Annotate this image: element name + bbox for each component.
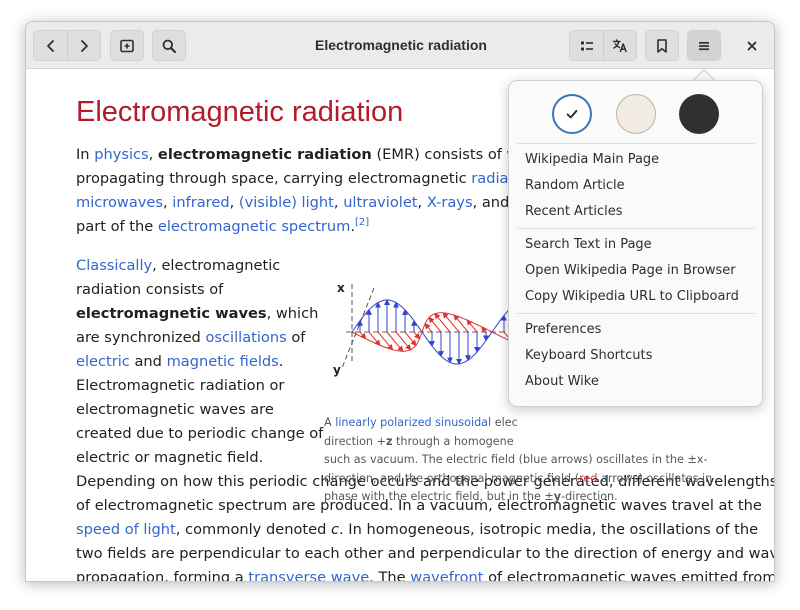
- link-magnetic-fields[interactable]: magnetic fields: [167, 353, 279, 370]
- reference-link[interactable]: [2]: [355, 217, 369, 228]
- search-icon: [162, 39, 176, 53]
- link-transverse-wave[interactable]: transverse wave: [248, 569, 369, 581]
- link-microwaves[interactable]: microwaves: [76, 194, 163, 211]
- view-group: [569, 30, 637, 61]
- chevron-left-icon: [46, 39, 54, 52]
- back-button[interactable]: [34, 31, 67, 60]
- new-tab-button[interactable]: [110, 30, 144, 61]
- link-infrared[interactable]: infrared: [172, 194, 229, 211]
- menu-item-open-in-browser[interactable]: Open Wikipedia Page in Browser: [525, 262, 736, 280]
- magnetic-field-arrow: [413, 331, 421, 340]
- magnetic-field-arrow: [434, 312, 451, 333]
- axis-y-label: y: [333, 363, 341, 377]
- magnetic-field-arrow: [404, 331, 417, 347]
- bookmark-icon: [657, 38, 667, 53]
- bookmark-button[interactable]: [645, 30, 679, 61]
- magnetic-field-arrow: [424, 322, 433, 333]
- menu-item-copy-url[interactable]: Copy Wikipedia URL to Clipboard: [525, 288, 739, 306]
- link-electric[interactable]: electric: [76, 353, 130, 370]
- navigation-group: [33, 30, 101, 61]
- language-icon: [612, 38, 627, 52]
- table-of-contents-icon: [580, 41, 593, 50]
- link-visible-light[interactable]: (visible) light: [239, 194, 334, 211]
- menu-item-preferences[interactable]: Preferences: [525, 321, 601, 339]
- link-classically[interactable]: Classically: [76, 257, 152, 274]
- close-button[interactable]: [736, 30, 767, 61]
- theme-dark-button[interactable]: [679, 94, 719, 134]
- header-bar: Electromagnetic radiation: [26, 22, 774, 69]
- figure-caption: A linearly polarized sinusoidal elec dir…: [324, 416, 713, 504]
- main-menu-popover: Wikipedia Main Page Random Article Recen…: [508, 80, 763, 407]
- theme-light-button[interactable]: [552, 94, 592, 134]
- hamburger-menu-icon: [699, 41, 709, 50]
- link-physics[interactable]: physics: [94, 146, 148, 163]
- menu-separator: [517, 228, 755, 229]
- tab-new-icon: [120, 39, 134, 52]
- menu-item-keyboard-shortcuts[interactable]: Keyboard Shortcuts: [525, 347, 652, 365]
- link-electromagnetic-spectrum[interactable]: electromagnetic spectrum: [158, 218, 351, 235]
- window-title: Electromagnetic radiation: [315, 37, 487, 53]
- language-button[interactable]: [603, 31, 636, 60]
- menu-item-recent-articles[interactable]: Recent Articles: [525, 203, 623, 221]
- main-menu-button[interactable]: [687, 30, 721, 61]
- menu-item-search-text[interactable]: Search Text in Page: [525, 236, 652, 254]
- link-speed-of-light[interactable]: speed of light: [76, 521, 176, 538]
- menu-item-about[interactable]: About Wike: [525, 373, 599, 391]
- magnetic-field-arrow: [395, 331, 412, 351]
- theme-sepia-button[interactable]: [616, 94, 656, 134]
- checkmark-icon: [566, 109, 578, 119]
- close-icon: [747, 41, 756, 50]
- search-button[interactable]: [152, 30, 186, 61]
- toc-button[interactable]: [570, 31, 603, 60]
- intro-paragraph: In physics, electromagnetic radiation (E…: [76, 146, 572, 235]
- menu-separator: [517, 313, 755, 314]
- forward-button[interactable]: [67, 31, 100, 60]
- article-title: Electromagnetic radiation: [76, 96, 404, 128]
- menu-item-random-article[interactable]: Random Article: [525, 177, 625, 195]
- axis-x-label: x: [337, 281, 345, 295]
- menu-item-main-page[interactable]: Wikipedia Main Page: [525, 151, 659, 169]
- link-x-rays[interactable]: X-rays: [427, 194, 473, 211]
- link-wavefront[interactable]: wavefront: [410, 569, 483, 581]
- menu-separator: [517, 143, 755, 144]
- link-oscillations[interactable]: oscillations: [205, 329, 286, 346]
- chevron-right-icon: [81, 39, 88, 52]
- link-linearly-polarized-sinusoidal[interactable]: linearly polarized sinusoidal: [335, 416, 491, 429]
- link-ultraviolet[interactable]: ultraviolet: [343, 194, 417, 211]
